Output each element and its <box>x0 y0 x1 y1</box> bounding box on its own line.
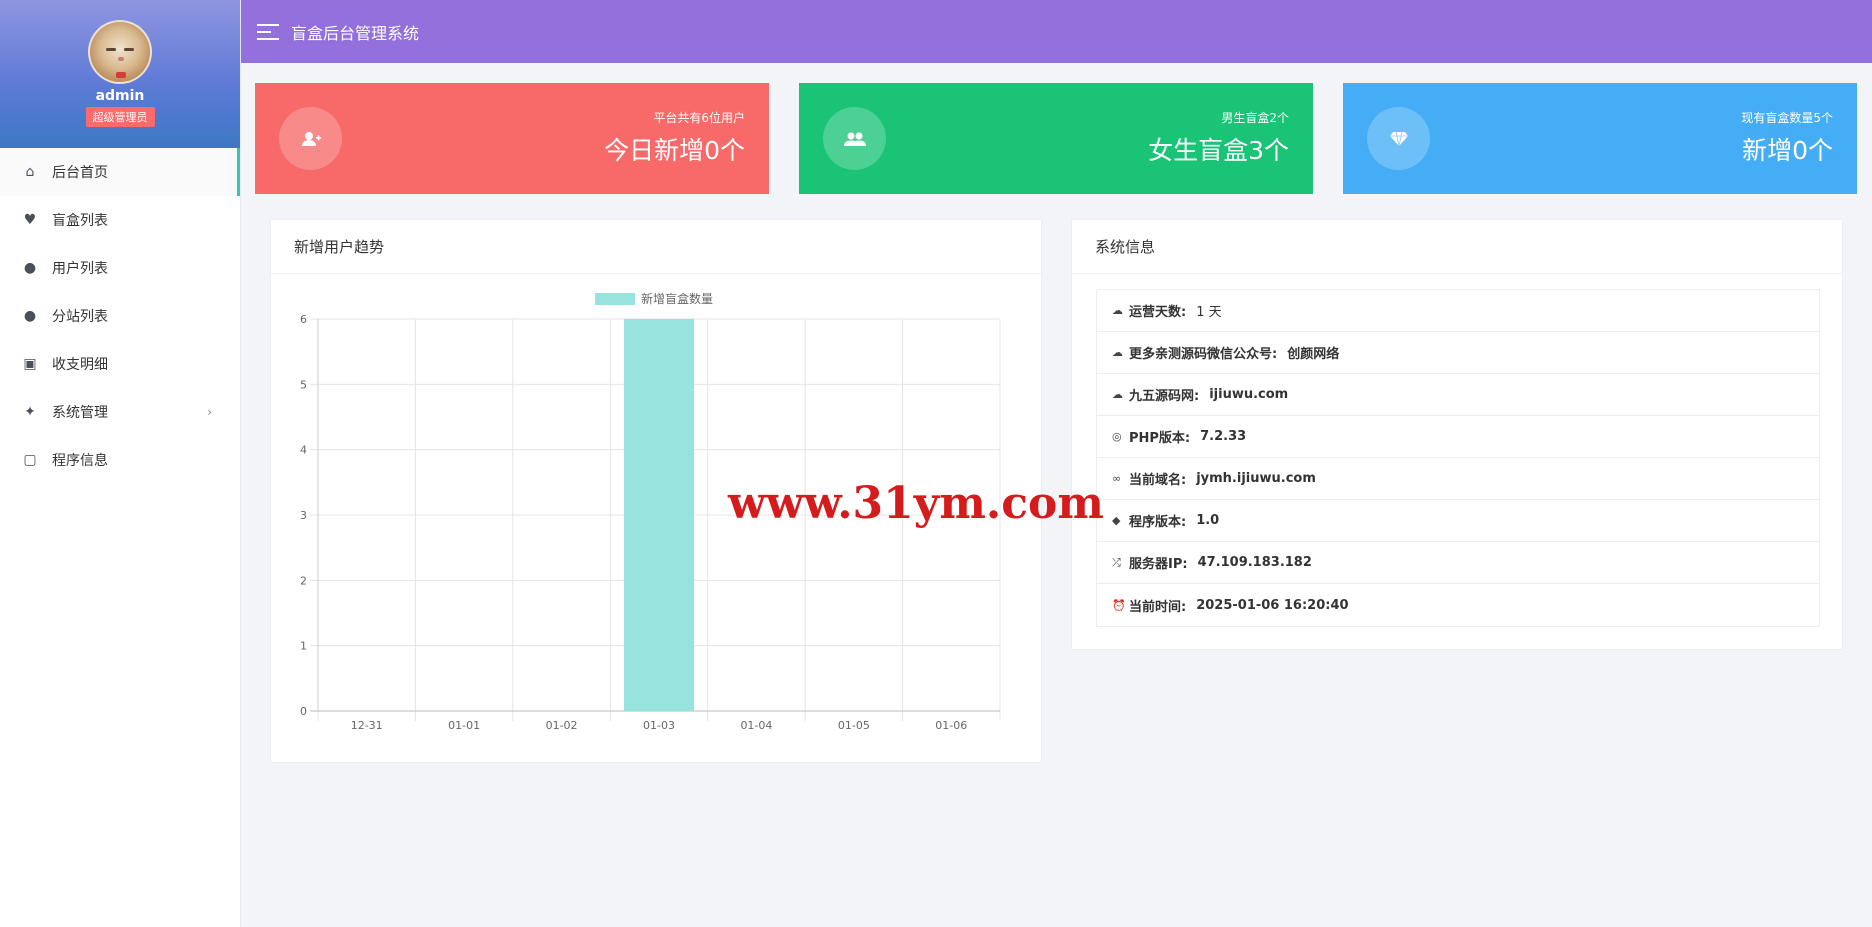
system-info-panel: 系统信息 ☁ 运营天数: 1 天 ☁ 更多亲测源码微信公众号: 创颜网络 ☁ 九五源码网: ij… <box>1071 219 1843 650</box>
x-tick-label: 01-02 <box>546 719 578 732</box>
info-label: 九五源码网: <box>1129 389 1200 404</box>
cloud-icon: ☁ <box>1112 346 1123 359</box>
users-icon <box>823 107 886 170</box>
sidebar-menu: ⌂ 后台首页 ♥ 盲盒列表 ● 用户列表 ● 分站列表 ▣ 收支明细 ✦ 系统管理 › ▢ 程序信息 <box>0 148 240 484</box>
info-label: 程序版本: <box>1129 515 1187 530</box>
x-tick-label: 01-01 <box>448 719 480 732</box>
user-icon: ● <box>23 260 37 276</box>
sidebar-item-5[interactable]: ✦ 系统管理 › <box>0 388 240 436</box>
info-label: PHP版本: <box>1129 431 1191 446</box>
home-icon: ⌂ <box>25 164 35 180</box>
code-icon: ◆ <box>1112 514 1121 527</box>
contacts-book-icon: ▣ <box>23 356 37 372</box>
legend-swatch <box>595 293 635 305</box>
top-header: 盲盒后台管理系统 <box>241 0 1872 63</box>
stat-card-boxes: 男生盲盒2个 女生盲盒3个 <box>799 83 1313 194</box>
sidebar-item-label: 收支明细 <box>52 357 108 373</box>
bar <box>623 319 695 711</box>
stat-card-users: 平台共有6位用户 今日新增0个 <box>255 83 769 194</box>
user-icon: ● <box>23 308 37 324</box>
info-value: 创颜网络 <box>1287 347 1340 362</box>
info-row: ☁ 运营天数: 1 天 <box>1097 290 1819 332</box>
x-tick-label: 01-04 <box>740 719 772 732</box>
user-trend-panel: 新增用户趋势 0 1 2 3 4 5 6 12-31 01-01 01-02 01-03 01-04 0… <box>270 219 1042 763</box>
x-tick-label: 01-03 <box>643 719 675 732</box>
sidebar-item-label: 分站列表 <box>52 309 108 325</box>
sidebar-item-1[interactable]: ♥ 盲盒列表 <box>0 196 240 244</box>
legend-label: 新增盲盒数量 <box>641 291 713 306</box>
sidebar: admin 超级管理员 ⌂ 后台首页 ♥ 盲盒列表 ● 用户列表 ● 分站列表 ▣ 收支明细 ✦ 系统… <box>0 0 241 927</box>
info-row: ☁ 更多亲测源码微信公众号: 创颜网络 <box>1097 332 1819 374</box>
info-value: jymh.ijiuwu.com <box>1196 471 1316 486</box>
sidebar-item-label: 盲盒列表 <box>52 213 108 229</box>
card-small-text: 平台共有6位用户 <box>653 111 745 125</box>
cloud-icon: ☁ <box>1112 388 1123 401</box>
x-tick-label: 12-31 <box>351 719 383 732</box>
sparkles-icon: ✦ <box>24 404 36 420</box>
info-label: 当前域名: <box>1129 473 1187 488</box>
card-small-text: 现有盲盒数量5个 <box>1741 111 1833 125</box>
info-label: 当前时间: <box>1129 599 1187 615</box>
info-label: 更多亲测源码微信公众号: <box>1129 347 1278 362</box>
diamond-icon <box>1367 107 1430 170</box>
avatar[interactable] <box>88 20 152 84</box>
card-big-text: 新增0个 <box>1742 136 1833 165</box>
link-icon: ∞ <box>1112 472 1122 485</box>
system-info-table: ☁ 运营天数: 1 天 ☁ 更多亲测源码微信公众号: 创颜网络 ☁ 九五源码网: ijiuwu.… <box>1096 289 1820 627</box>
y-tick-label: 5 <box>300 378 307 391</box>
x-tick-label: 01-05 <box>838 719 870 732</box>
shuffle-icon: ⤮ <box>1112 555 1121 569</box>
heart-icon: ♥ <box>23 212 37 228</box>
y-tick-label: 6 <box>300 313 307 326</box>
info-label: 服务器IP: <box>1129 557 1188 572</box>
terminal-icon: ▢ <box>23 452 37 468</box>
chevron-right-icon: › <box>207 405 212 419</box>
panel-title: 系统信息 <box>1072 220 1842 274</box>
user-name: admin <box>95 88 145 104</box>
card-small-text: 男生盲盒2个 <box>1221 111 1289 125</box>
sidebar-item-6[interactable]: ▢ 程序信息 <box>0 436 240 484</box>
sidebar-item-label: 程序信息 <box>52 453 108 469</box>
sidebar-item-4[interactable]: ▣ 收支明细 <box>0 340 240 388</box>
info-row: ⤮ 服务器IP: 47.109.183.182 <box>1097 542 1819 584</box>
x-tick-label: 01-06 <box>935 719 967 732</box>
panel-title: 新增用户趋势 <box>271 220 1041 274</box>
php-icon: ◎ <box>1112 430 1122 443</box>
y-tick-label: 1 <box>300 640 307 653</box>
bar-chart: 0 1 2 3 4 5 6 12-31 01-01 01-02 01-03 01-04 01-05 01-… <box>300 291 1001 732</box>
info-row: ∞ 当前域名: jymh.ijiuwu.com <box>1097 458 1819 500</box>
y-tick-label: 2 <box>300 574 307 587</box>
info-value: 1.0 <box>1196 513 1220 528</box>
stat-card-inventory: 现有盲盒数量5个 新增0个 <box>1343 83 1857 194</box>
info-value: 47.109.183.182 <box>1197 555 1312 570</box>
user-plus-icon <box>279 107 342 170</box>
sidebar-item-0[interactable]: ⌂ 后台首页 <box>0 148 240 196</box>
y-tick-label: 3 <box>300 509 307 522</box>
sidebar-item-3[interactable]: ● 分站列表 <box>0 292 240 340</box>
sidebar-item-2[interactable]: ● 用户列表 <box>0 244 240 292</box>
info-label: 运营天数: <box>1129 305 1187 320</box>
sidebar-item-label: 后台首页 <box>52 165 108 181</box>
info-row: ◆ 程序版本: 1.0 <box>1097 500 1819 542</box>
card-big-text: 今日新增0个 <box>604 136 745 165</box>
info-value: 7.2.33 <box>1200 429 1247 444</box>
info-row: ☁ 九五源码网: ijiuwu.com <box>1097 374 1819 416</box>
alarm-clock-icon: ⏰ <box>1112 598 1126 612</box>
sidebar-item-label: 系统管理 <box>52 405 108 421</box>
sidebar-item-label: 用户列表 <box>52 261 108 277</box>
info-row: ◎ PHP版本: 7.2.33 <box>1097 416 1819 458</box>
menu-toggle-icon[interactable] <box>257 23 279 40</box>
y-tick-label: 4 <box>300 444 307 457</box>
info-value: 2025-01-06 16:20:40 <box>1196 597 1349 613</box>
app-title: 盲盒后台管理系统 <box>291 23 420 43</box>
info-value: ijiuwu.com <box>1209 387 1289 402</box>
cloud-icon: ☁ <box>1112 304 1123 317</box>
info-value: 1 天 <box>1196 305 1222 320</box>
profile-section: admin 超级管理员 <box>0 0 240 148</box>
info-row: ⏰ 当前时间: 2025-01-06 16:20:40 <box>1097 584 1819 626</box>
y-tick-label: 0 <box>300 705 307 718</box>
role-badge: 超级管理员 <box>85 107 155 127</box>
card-big-text: 女生盲盒3个 <box>1148 136 1289 165</box>
